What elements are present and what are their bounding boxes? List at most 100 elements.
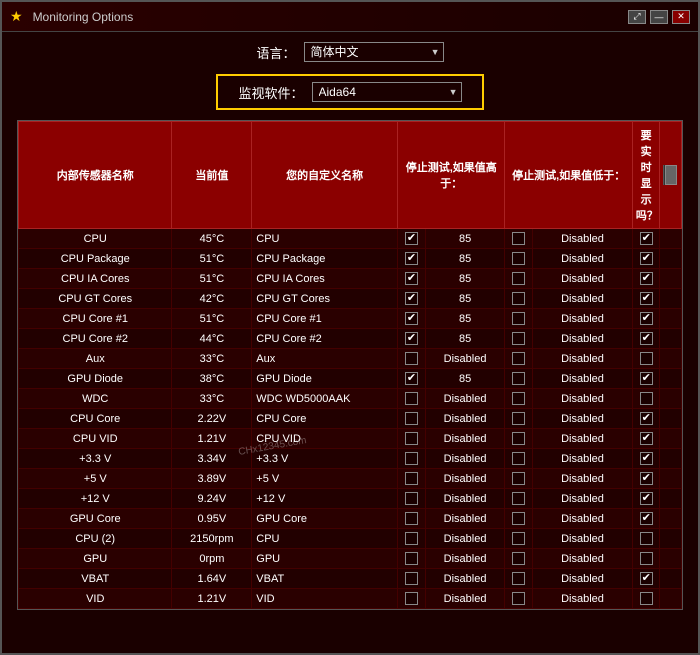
realtime-cb[interactable] (632, 289, 660, 309)
checkbox[interactable] (405, 372, 418, 385)
checkbox[interactable] (405, 492, 418, 505)
stop-low-cb[interactable] (505, 309, 533, 329)
stop-high-cb[interactable] (398, 569, 426, 589)
stop-low-cb[interactable] (505, 269, 533, 289)
custom-name[interactable]: CPU VID (252, 429, 398, 449)
checkbox[interactable] (405, 452, 418, 465)
custom-name[interactable]: GPU (252, 549, 398, 569)
checkbox[interactable] (512, 592, 525, 605)
stop-low-cb[interactable] (505, 389, 533, 409)
realtime-cb[interactable] (632, 529, 660, 549)
stop-high-cb[interactable] (398, 389, 426, 409)
stop-high-cb[interactable] (398, 529, 426, 549)
checkbox[interactable] (405, 292, 418, 305)
custom-name[interactable]: GPU Diode (252, 369, 398, 389)
stop-high-cb[interactable] (398, 289, 426, 309)
checkbox[interactable] (512, 452, 525, 465)
stop-low-cb[interactable] (505, 429, 533, 449)
checkbox[interactable] (512, 572, 525, 585)
checkbox[interactable] (640, 492, 653, 505)
checkbox[interactable] (405, 352, 418, 365)
custom-name[interactable]: +3.3 V (252, 449, 398, 469)
checkbox[interactable] (512, 272, 525, 285)
checkbox[interactable] (512, 352, 525, 365)
custom-name[interactable]: VID (252, 589, 398, 609)
realtime-cb[interactable] (632, 409, 660, 429)
checkbox[interactable] (640, 272, 653, 285)
checkbox[interactable] (405, 232, 418, 245)
checkbox[interactable] (512, 392, 525, 405)
realtime-cb[interactable] (632, 449, 660, 469)
checkbox[interactable] (640, 392, 653, 405)
checkbox[interactable] (640, 572, 653, 585)
checkbox[interactable] (512, 552, 525, 565)
stop-high-cb[interactable] (398, 509, 426, 529)
checkbox[interactable] (640, 532, 653, 545)
stop-high-cb[interactable] (398, 409, 426, 429)
monitor-select[interactable]: Aida64 (312, 82, 462, 102)
checkbox[interactable] (640, 252, 653, 265)
checkbox[interactable] (512, 512, 525, 525)
realtime-cb[interactable] (632, 509, 660, 529)
checkbox[interactable] (512, 412, 525, 425)
checkbox[interactable] (640, 452, 653, 465)
stop-high-cb[interactable] (398, 369, 426, 389)
realtime-cb[interactable] (632, 429, 660, 449)
custom-name[interactable]: +12 V (252, 489, 398, 509)
checkbox[interactable] (405, 312, 418, 325)
checkbox[interactable] (405, 512, 418, 525)
stop-low-cb[interactable] (505, 349, 533, 369)
checkbox[interactable] (405, 472, 418, 485)
stop-high-cb[interactable] (398, 269, 426, 289)
custom-name[interactable]: +5 V (252, 469, 398, 489)
checkbox[interactable] (640, 372, 653, 385)
checkbox[interactable] (512, 372, 525, 385)
checkbox[interactable] (640, 312, 653, 325)
realtime-cb[interactable] (632, 309, 660, 329)
checkbox[interactable] (405, 572, 418, 585)
language-select[interactable]: 简体中文 (304, 42, 444, 62)
custom-name[interactable]: CPU Core #2 (252, 329, 398, 349)
checkbox[interactable] (640, 412, 653, 425)
checkbox[interactable] (640, 432, 653, 445)
stop-high-cb[interactable] (398, 349, 426, 369)
checkbox[interactable] (512, 252, 525, 265)
checkbox[interactable] (512, 532, 525, 545)
realtime-cb[interactable] (632, 489, 660, 509)
custom-name[interactable]: CPU (252, 529, 398, 549)
checkbox[interactable] (405, 392, 418, 405)
stop-low-cb[interactable] (505, 409, 533, 429)
stop-high-cb[interactable] (398, 549, 426, 569)
custom-name[interactable]: Aux (252, 349, 398, 369)
stop-low-cb[interactable] (505, 469, 533, 489)
realtime-cb[interactable] (632, 469, 660, 489)
checkbox[interactable] (405, 552, 418, 565)
stop-high-cb[interactable] (398, 589, 426, 609)
checkbox[interactable] (405, 252, 418, 265)
custom-name[interactable]: GPU Core (252, 509, 398, 529)
stop-low-cb[interactable] (505, 509, 533, 529)
stop-high-cb[interactable] (398, 449, 426, 469)
realtime-cb[interactable] (632, 229, 660, 249)
checkbox[interactable] (512, 332, 525, 345)
stop-high-cb[interactable] (398, 329, 426, 349)
checkbox[interactable] (405, 272, 418, 285)
stop-high-cb[interactable] (398, 249, 426, 269)
checkbox[interactable] (512, 312, 525, 325)
realtime-cb[interactable] (632, 329, 660, 349)
checkbox[interactable] (405, 592, 418, 605)
realtime-cb[interactable] (632, 549, 660, 569)
stop-high-cb[interactable] (398, 429, 426, 449)
stop-low-cb[interactable] (505, 449, 533, 469)
custom-name[interactable]: CPU Package (252, 249, 398, 269)
realtime-cb[interactable] (632, 569, 660, 589)
realtime-cb[interactable] (632, 589, 660, 609)
stop-low-cb[interactable] (505, 569, 533, 589)
checkbox[interactable] (512, 492, 525, 505)
custom-name[interactable]: CPU (252, 229, 398, 249)
expand-button[interactable]: ⤢ (628, 10, 646, 24)
stop-low-cb[interactable] (505, 229, 533, 249)
stop-low-cb[interactable] (505, 329, 533, 349)
custom-name[interactable]: CPU Core (252, 409, 398, 429)
checkbox[interactable] (640, 552, 653, 565)
